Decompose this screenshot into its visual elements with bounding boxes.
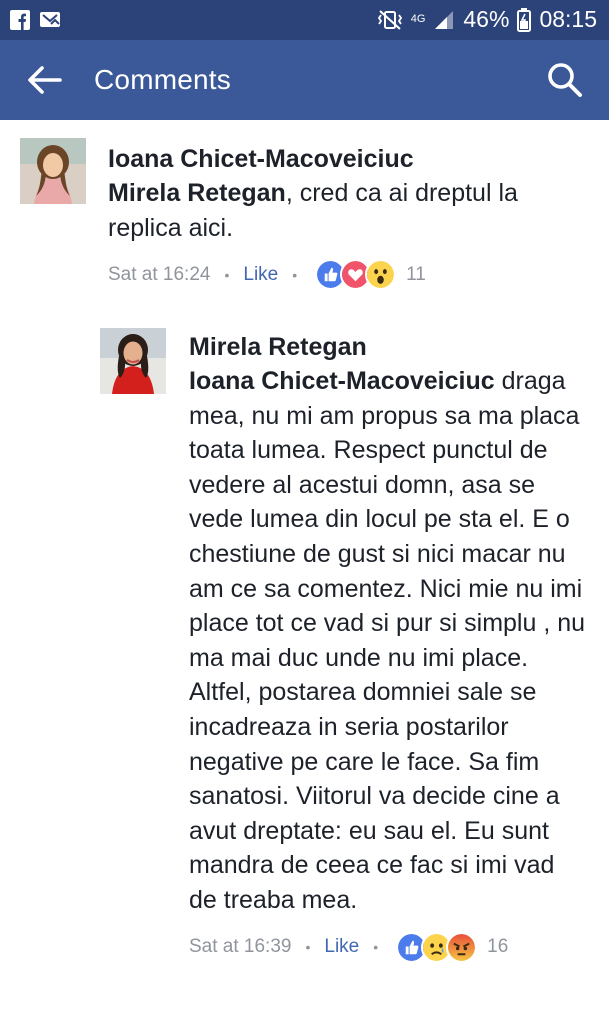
separator-dot: • xyxy=(373,939,379,955)
avatar[interactable] xyxy=(20,138,86,204)
messenger-icon xyxy=(40,12,60,27)
comment-meta: Sat at 16:24 • Like • 11 xyxy=(108,259,578,291)
comment-timestamp: Sat at 16:39 xyxy=(189,936,292,957)
status-bar: 4G 46% 08:15 xyxy=(0,0,609,40)
reactions-summary[interactable] xyxy=(315,259,397,291)
mention-link[interactable]: Mirela Retegan xyxy=(108,179,286,207)
page-title: Comments xyxy=(94,64,231,95)
facebook-icon xyxy=(10,10,30,30)
separator-dot: • xyxy=(224,266,230,283)
comment-timestamp: Sat at 16:24 xyxy=(108,263,211,285)
reaction-count[interactable]: 11 xyxy=(406,264,426,286)
app-bar: Comments xyxy=(0,40,609,120)
avatar[interactable] xyxy=(100,328,166,394)
clock: 08:15 xyxy=(539,6,597,32)
comment-body: draga mea, nu mi am propus sa ma placa t… xyxy=(189,367,586,914)
like-button[interactable]: Like xyxy=(324,936,359,958)
signal-icon xyxy=(435,10,454,29)
like-button[interactable]: Like xyxy=(243,264,278,286)
battery-percent: 46% xyxy=(463,6,510,32)
battery-icon xyxy=(517,7,532,32)
arrow-left-icon[interactable] xyxy=(26,64,62,96)
comment-meta: Sat at 16:39 • Like • 16 xyxy=(189,931,589,963)
angry-reaction-icon xyxy=(446,931,478,963)
mention-link[interactable]: Ioana Chicet-Macoveiciuc xyxy=(189,367,495,395)
separator-dot: • xyxy=(305,939,311,955)
wow-reaction-icon xyxy=(365,259,397,291)
vibrate-icon xyxy=(377,9,402,30)
reactions-summary[interactable] xyxy=(396,931,478,963)
network-type: 4G xyxy=(410,13,426,25)
comment-author[interactable]: Mirela Retegan xyxy=(189,330,589,364)
reaction-count[interactable]: 16 xyxy=(487,936,508,958)
search-icon[interactable] xyxy=(547,62,583,98)
comment-text: Mirela Retegan, cred ca ai dreptul la re… xyxy=(108,176,578,245)
separator-dot: • xyxy=(292,266,298,283)
comment-author[interactable]: Ioana Chicet-Macoveiciuc xyxy=(108,142,578,176)
comment-text: Ioana Chicet-Macoveiciuc draga mea, nu m… xyxy=(189,364,589,918)
